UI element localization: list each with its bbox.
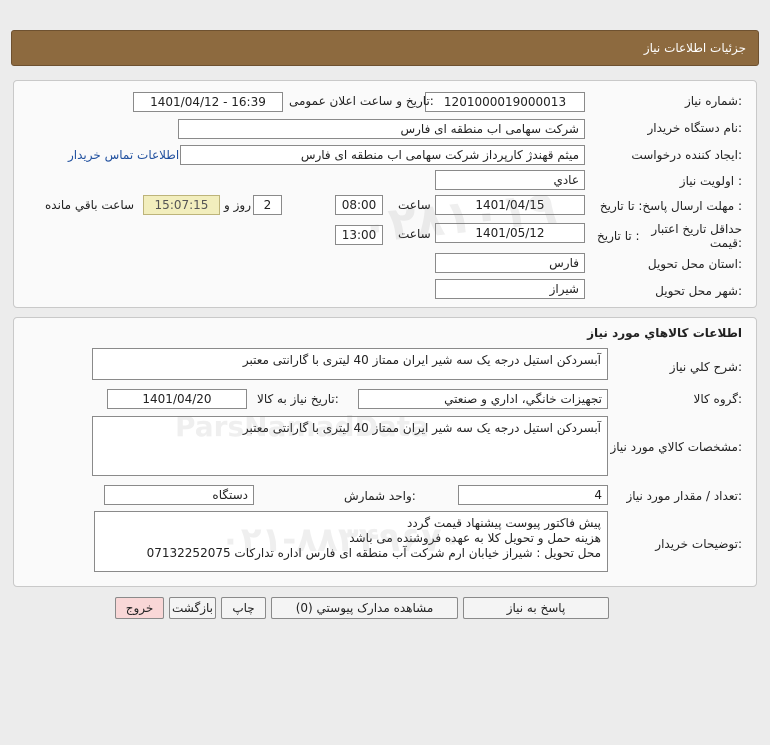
unit-label: واحد شمارش: xyxy=(344,489,416,503)
city-field: شيراز xyxy=(435,279,585,299)
validity-time-field: 13:00 xyxy=(335,225,383,245)
spec-label: مشخصات کالاي مورد نياز: xyxy=(610,440,742,454)
deadline-date-field: 1401/04/15 xyxy=(435,195,585,215)
notes-line-1: پیش فاکتور پیوست پیشنهاد قیمت گردد xyxy=(407,516,601,530)
remaining-label: ساعت باقي مانده xyxy=(45,198,135,212)
validity-time-label: ساعت xyxy=(398,227,431,241)
days-label: روز و xyxy=(224,198,251,212)
days-field: 2 xyxy=(253,195,282,215)
buyer-label: نام دستگاه خريدار: xyxy=(647,121,743,135)
details-panel xyxy=(13,80,757,308)
province-label: استان محل تحويل: xyxy=(647,257,742,271)
creator-label: ايجاد کننده درخواست: xyxy=(631,148,742,162)
summary-field: آبسردکن استیل درجه یک سه شیر ایران ممتاز… xyxy=(92,348,608,380)
deadline-time-field: 08:00 xyxy=(335,195,383,215)
header-bar: جزئيات اطلاعات نياز xyxy=(11,30,759,66)
notes-field: پیش فاکتور پیوست پیشنهاد قیمت گردد هزینه… xyxy=(94,511,608,572)
exit-button[interactable]: خروج xyxy=(115,597,164,619)
announce-label: تاريخ و ساعت اعلان عمومی: xyxy=(289,94,434,108)
page-title: جزئيات اطلاعات نياز xyxy=(643,41,746,55)
need-number-field: 1201000019000013 xyxy=(425,92,585,112)
spec-field: آبسردکن استیل درجه یک سه شیر ایران ممتاز… xyxy=(92,416,608,476)
qty-field: 4 xyxy=(458,485,608,505)
unit-field: دستگاه xyxy=(104,485,254,505)
need-date-field: 1401/04/20 xyxy=(107,389,247,409)
notes-line-2: هزینه حمل و تحویل کلا به عهده فروشنده می… xyxy=(349,531,601,545)
group-field: تجهيزات خانگي، اداري و صنعتي xyxy=(358,389,608,409)
notes-label: توضيحات خريدار: xyxy=(655,537,742,551)
buyer-contact-link[interactable]: اطلاعات تماس خريدار xyxy=(68,148,179,162)
announce-field: 1401/04/12 - 16:39 xyxy=(133,92,283,112)
city-label: شهر محل تحويل: xyxy=(655,284,742,298)
validity-date-field: 1401/05/12 xyxy=(435,223,585,243)
validity-to-label: تا تاريخ : xyxy=(597,229,640,243)
attachments-button[interactable]: مشاهده مدارک پيوستي (0) xyxy=(271,597,458,619)
group-label: گروه کالا: xyxy=(693,392,743,406)
priority-field: عادي xyxy=(435,170,585,190)
remaining-timer: 15:07:15 xyxy=(143,195,220,215)
province-field: فارس xyxy=(435,253,585,273)
back-button[interactable]: بازگشت xyxy=(169,597,216,619)
buyer-field: شرکت سهامی اب منطقه ای فارس xyxy=(178,119,585,139)
creator-field: میثم قهندژ کارپرداز شرکت سهامی اب منطقه … xyxy=(180,145,585,165)
need-number-label: شماره نياز: xyxy=(684,94,742,108)
notes-line-3: محل تحویل : شیراز خیابان ارم شرکت آب منط… xyxy=(146,546,601,560)
validity-label-line1: حداقل تاريخ اعتبار xyxy=(651,222,742,236)
print-button[interactable]: چاپ xyxy=(221,597,266,619)
qty-label: تعداد / مقدار مورد نياز: xyxy=(626,489,742,503)
reply-button[interactable]: پاسخ به نياز xyxy=(463,597,609,619)
deadline-label: مهلت ارسال پاسخ: تا تاريخ : xyxy=(599,199,742,213)
need-date-label: تاريخ نياز به کالا: xyxy=(257,392,339,406)
deadline-time-label: ساعت xyxy=(398,198,431,212)
goods-section-title: اطلاعات کالاهاي مورد نياز xyxy=(587,326,742,340)
summary-label: شرح کلي نياز: xyxy=(669,360,742,374)
validity-label-line2: قيمت: xyxy=(709,236,742,250)
priority-label: اولويت نياز : xyxy=(679,174,742,188)
